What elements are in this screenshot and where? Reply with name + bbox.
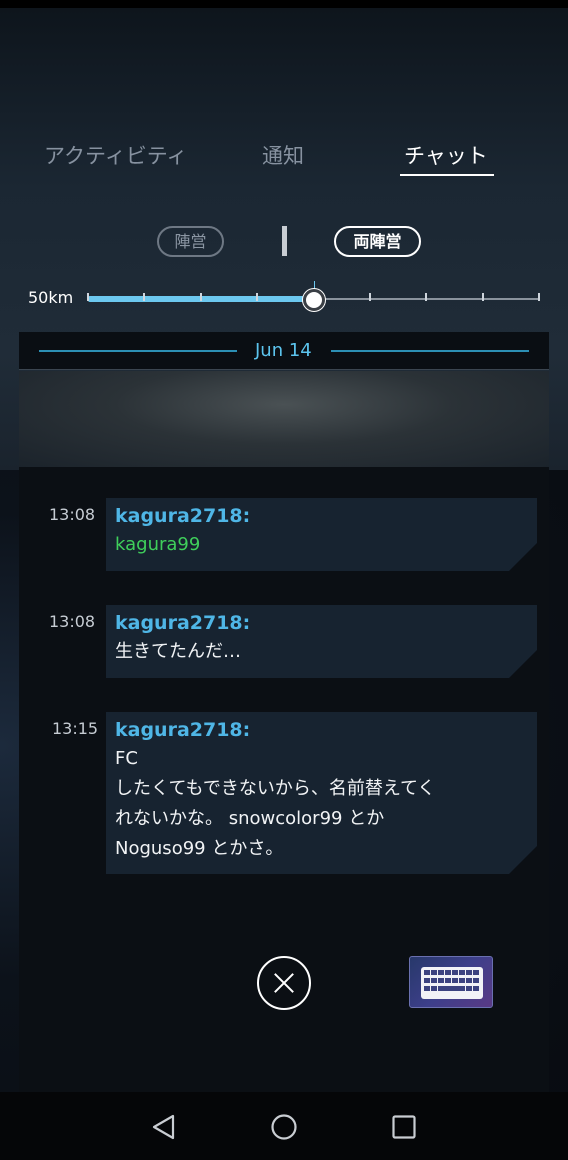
message-time: 13:15 [52, 719, 99, 738]
faction-filter-own[interactable]: 陣営 [157, 226, 224, 257]
keyboard-key [473, 986, 479, 991]
message-sender[interactable]: kagura2718: [115, 609, 528, 637]
message-bubble[interactable]: kagura2718: FC したくてもできないから、名前替えてく れないかな。… [106, 712, 537, 874]
keyboard-key [431, 970, 437, 975]
keyboard-key [459, 978, 465, 983]
message-bubble[interactable]: kagura2718: kagura99 [106, 498, 537, 571]
message-text: 生きてたんだ… [115, 641, 241, 662]
keyboard-key [473, 970, 479, 975]
slider-tick [200, 293, 202, 301]
tab-chat[interactable]: チャット [404, 140, 488, 170]
distance-label: 50km [28, 288, 74, 307]
faction-filter-both[interactable]: 両陣営 [334, 226, 421, 257]
date-divider-label: Jun 14 [255, 340, 312, 361]
keyboard-spacebar [438, 986, 465, 991]
slider-tick [87, 293, 89, 301]
keyboard-key [466, 970, 472, 975]
keyboard-button[interactable] [409, 956, 493, 1008]
keyboard-key [424, 986, 430, 991]
keyboard-key [431, 978, 437, 983]
message-time: 13:08 [49, 612, 96, 631]
keyboard-key [438, 978, 444, 983]
distance-slider-thumb[interactable] [303, 289, 325, 311]
header-glow [19, 371, 549, 467]
message-sender[interactable]: kagura2718: [115, 716, 528, 744]
keyboard-key [424, 978, 430, 983]
close-button[interactable] [257, 956, 311, 1010]
keyboard-key [452, 970, 458, 975]
slider-tick [369, 293, 371, 301]
message-sender[interactable]: kagura2718: [115, 502, 528, 530]
tab-notifications[interactable]: 通知 [262, 140, 304, 170]
slider-tick [143, 293, 145, 301]
keyboard-key [445, 978, 451, 983]
recents-icon[interactable] [389, 1112, 419, 1142]
home-icon[interactable] [269, 1112, 299, 1142]
slider-tick [425, 293, 427, 301]
status-bar [0, 0, 568, 8]
back-icon[interactable] [149, 1112, 179, 1142]
tab-activity[interactable]: アクティビティ [44, 140, 187, 170]
active-tab-indicator [400, 174, 494, 176]
keyboard-key [466, 978, 472, 983]
keyboard-key [424, 970, 430, 975]
keyboard-key [445, 970, 451, 975]
message-bubble[interactable]: kagura2718: 生きてたんだ… [106, 605, 537, 678]
filter-divider [282, 226, 287, 256]
date-divider-line-right [331, 350, 529, 352]
keyboard-key [438, 970, 444, 975]
date-divider-line-left [39, 350, 237, 352]
message-time: 13:08 [49, 505, 96, 524]
slider-tick [482, 293, 484, 301]
keyboard-key [473, 978, 479, 983]
date-divider: Jun 14 [19, 332, 549, 370]
keyboard-key [466, 986, 472, 991]
slider-tick [538, 293, 540, 301]
keyboard-key [459, 970, 465, 975]
slider-tick [256, 293, 258, 301]
keyboard-key [452, 978, 458, 983]
keyboard-icon [421, 967, 483, 999]
message-text: FC したくてもできないから、名前替えてく れないかな。 snowcolor99… [115, 748, 436, 859]
message-text: kagura99 [115, 534, 201, 555]
tab-bar: アクティビティ 通知 チャット [0, 130, 568, 180]
navigation-bar [0, 1092, 568, 1160]
keyboard-key [431, 986, 437, 991]
